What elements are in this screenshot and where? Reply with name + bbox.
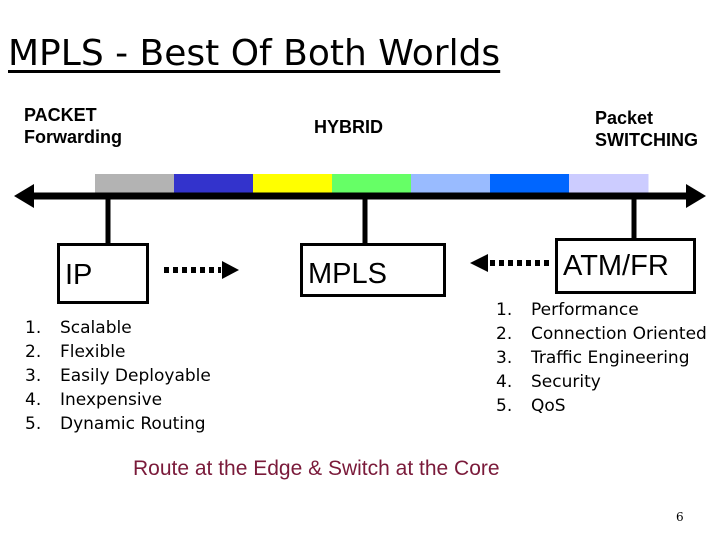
atm-benefits-list: 1. Performance 2. Connection Oriented 3. Tr… bbox=[496, 298, 707, 418]
list-number: 1. bbox=[25, 318, 42, 338]
list-item: 3. Traffic Engineering bbox=[496, 346, 707, 370]
list-number: 3. bbox=[496, 348, 513, 368]
color-band bbox=[490, 174, 570, 194]
tech-label-mpls: MPLS bbox=[308, 258, 387, 290]
ip-benefits-list: 1. Scalable 2. Flexible 3. Easily Deployabl… bbox=[25, 316, 211, 436]
tech-label-atm-fr: ATM/FR bbox=[563, 250, 669, 282]
list-number: 4. bbox=[25, 390, 42, 410]
list-text: Scalable bbox=[60, 318, 132, 338]
list-text: Easily Deployable bbox=[60, 366, 211, 386]
color-spectrum-bar bbox=[95, 174, 649, 194]
list-item: 2. Connection Oriented bbox=[496, 322, 707, 346]
list-item: 5. QoS bbox=[496, 394, 707, 418]
tech-label-ip: IP bbox=[65, 259, 93, 291]
color-band bbox=[253, 174, 333, 194]
list-number: 5. bbox=[25, 414, 42, 434]
list-number: 4. bbox=[496, 372, 513, 392]
tagline: Route at the Edge & Switch at the Core bbox=[133, 457, 500, 480]
list-item: 2. Flexible bbox=[25, 340, 211, 364]
list-number: 3. bbox=[25, 366, 42, 386]
list-text: Security bbox=[531, 372, 601, 392]
list-number: 2. bbox=[25, 342, 42, 362]
list-number: 2. bbox=[496, 324, 513, 344]
tech-box-ip: IP bbox=[57, 243, 149, 304]
list-text: Performance bbox=[531, 300, 639, 320]
list-item: 4. Security bbox=[496, 370, 707, 394]
arrow-left-icon bbox=[470, 254, 488, 272]
list-text: Dynamic Routing bbox=[60, 414, 206, 434]
list-number: 1. bbox=[496, 300, 513, 320]
arrow-right-icon bbox=[222, 261, 239, 279]
color-band bbox=[174, 174, 254, 194]
color-band bbox=[95, 174, 175, 194]
arrowhead-left-icon bbox=[14, 184, 34, 208]
list-number: 5. bbox=[496, 396, 513, 416]
arrowhead-right-icon bbox=[686, 184, 706, 208]
color-band bbox=[332, 174, 412, 194]
list-text: Connection Oriented bbox=[531, 324, 707, 344]
list-item: 5. Dynamic Routing bbox=[25, 412, 211, 436]
list-item: 4. Inexpensive bbox=[25, 388, 211, 412]
list-text: QoS bbox=[531, 396, 566, 416]
color-band bbox=[569, 174, 649, 194]
color-band bbox=[411, 174, 491, 194]
list-text: Traffic Engineering bbox=[531, 348, 690, 368]
list-text: Flexible bbox=[60, 342, 126, 362]
list-item: 1. Scalable bbox=[25, 316, 211, 340]
tech-box-atm-fr: ATM/FR bbox=[555, 238, 696, 294]
tech-box-mpls: MPLS bbox=[300, 243, 446, 297]
list-item: 1. Performance bbox=[496, 298, 707, 322]
list-item: 3. Easily Deployable bbox=[25, 364, 211, 388]
page-number: 6 bbox=[676, 510, 684, 524]
list-text: Inexpensive bbox=[60, 390, 163, 410]
